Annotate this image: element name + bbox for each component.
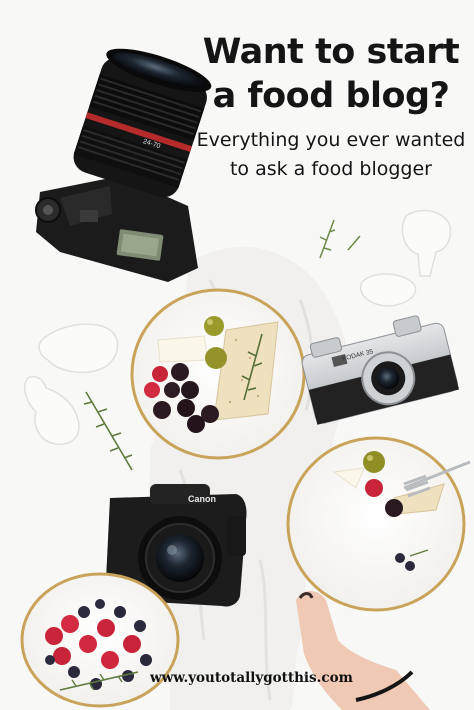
herb-sprigs bbox=[319, 219, 361, 259]
center-plate bbox=[130, 288, 306, 460]
right-plate bbox=[286, 436, 471, 612]
canon-label: Canon bbox=[188, 494, 216, 504]
page-subtitle: Everything you ever wanted to ask a food… bbox=[196, 129, 466, 180]
page-title: Want to start a food blog? bbox=[202, 32, 460, 116]
berry-bowl bbox=[20, 572, 180, 708]
top-dslr-camera: 24-70 bbox=[35, 48, 212, 282]
pin-image: 24-70 KODAK 35 Canon Want to start a foo… bbox=[0, 0, 474, 710]
headline-block: Want to start a food blog? Everything yo… bbox=[196, 30, 466, 184]
website-url[interactable]: www.youtotallygotthis.com bbox=[150, 670, 353, 686]
rosemary-sprig bbox=[83, 391, 133, 471]
